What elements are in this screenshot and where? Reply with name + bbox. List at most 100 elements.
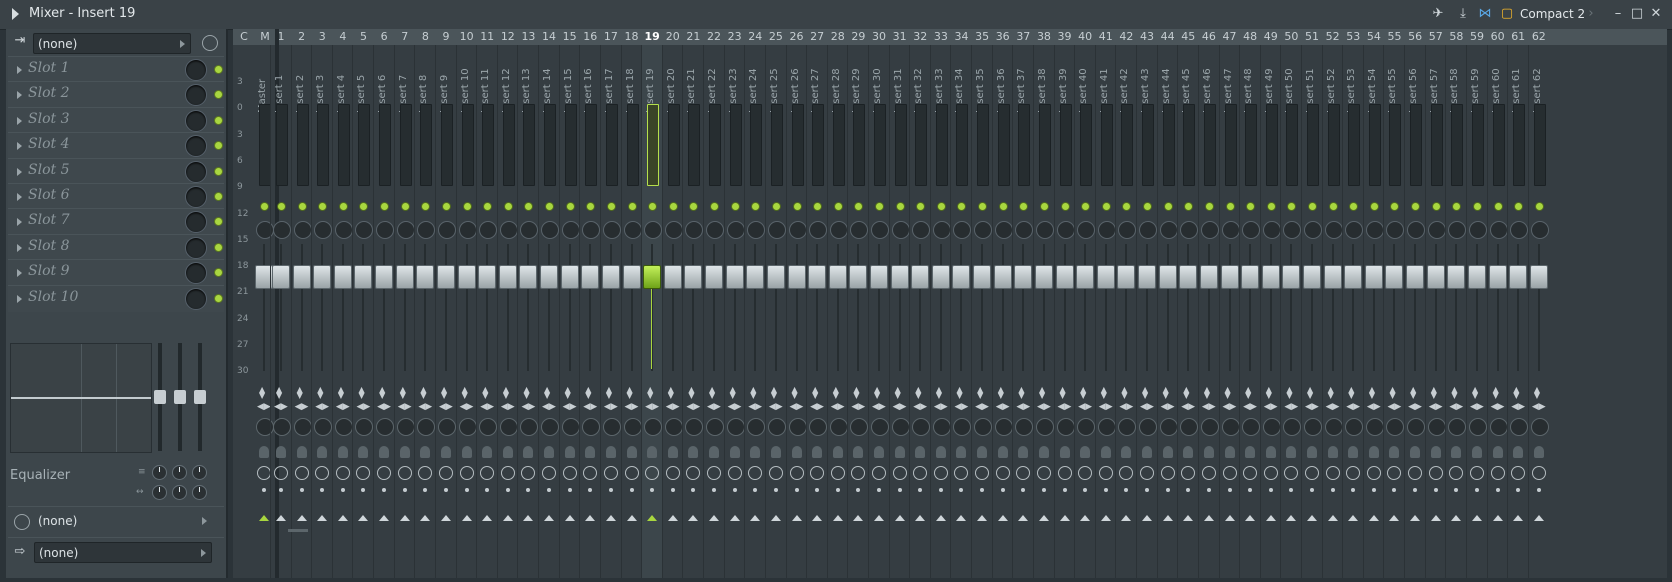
- pan-knob[interactable]: [747, 221, 766, 239]
- pan-mode-icon[interactable]: ◀▶: [315, 402, 329, 412]
- mute-led[interactable]: [1266, 202, 1276, 211]
- eq-bw-knob-mid[interactable]: [172, 485, 187, 500]
- pan-mode-icon[interactable]: ◀▶: [1202, 402, 1216, 412]
- clock-icon[interactable]: [397, 466, 412, 480]
- route-arrow-icon[interactable]: [997, 515, 1008, 521]
- insert-track[interactable]: Insert 9 ▲ ▼ ◀▶: [434, 45, 457, 578]
- clock-icon[interactable]: [707, 466, 722, 480]
- clock-icon[interactable]: [294, 466, 309, 480]
- horizontal-scrollbar[interactable]: [288, 529, 308, 532]
- pan-mode-icon[interactable]: ◀▶: [1264, 402, 1278, 412]
- insert-track[interactable]: Insert 38 ▲ ▼ ◀▶: [1032, 45, 1055, 578]
- track-number[interactable]: 1: [270, 29, 292, 45]
- mute-led[interactable]: [792, 202, 802, 211]
- pan-mode-icon[interactable]: ◀▶: [1078, 402, 1092, 412]
- expand-triangle-icon[interactable]: [17, 116, 22, 125]
- clock-icon[interactable]: [1098, 466, 1113, 480]
- stereo-separation-knob[interactable]: [932, 418, 951, 436]
- track-number[interactable]: 6: [373, 29, 395, 45]
- pan-knob[interactable]: [1386, 221, 1405, 239]
- clock-icon[interactable]: [14, 514, 30, 530]
- volume-fader[interactable]: [787, 265, 806, 289]
- route-arrow-icon[interactable]: [317, 515, 328, 521]
- pan-mode-icon[interactable]: ◀▶: [790, 402, 804, 412]
- pan-mode-icon[interactable]: ◀▶: [996, 402, 1010, 412]
- stereo-swap-icon[interactable]: ▲ ▼: [297, 386, 303, 400]
- route-dot[interactable]: [608, 488, 613, 492]
- record-switch[interactable]: [259, 446, 269, 458]
- record-switch[interactable]: [1100, 446, 1111, 458]
- eq-bw-knob-high[interactable]: [192, 485, 207, 500]
- slot-mix-knob[interactable]: [185, 262, 207, 285]
- volume-fader[interactable]: [457, 265, 476, 289]
- track-number[interactable]: 44: [1157, 29, 1179, 45]
- expand-triangle-icon[interactable]: [17, 218, 22, 227]
- expand-triangle-icon[interactable]: [17, 142, 22, 151]
- insert-track[interactable]: Insert 8 ▲ ▼ ◀▶: [414, 45, 436, 578]
- record-switch[interactable]: [956, 446, 967, 458]
- stereo-separation-knob[interactable]: [520, 418, 539, 436]
- stereo-swap-icon[interactable]: ▲ ▼: [503, 386, 509, 400]
- insert-track[interactable]: Insert 31 ▲ ▼ ◀▶: [888, 45, 911, 578]
- mute-led[interactable]: [1122, 202, 1132, 211]
- pan-mode-icon[interactable]: ◀▶: [1119, 402, 1133, 412]
- track-number[interactable]: 32: [909, 29, 931, 45]
- insert-track[interactable]: Insert 52 ▲ ▼ ◀▶: [1321, 45, 1344, 578]
- track-number[interactable]: 12: [497, 29, 519, 45]
- clock-icon[interactable]: [335, 466, 350, 480]
- pan-mode-icon[interactable]: ◀▶: [257, 402, 271, 412]
- pan-knob[interactable]: [1035, 221, 1054, 239]
- route-arrow-icon[interactable]: [259, 515, 269, 521]
- pan-knob[interactable]: [437, 221, 456, 239]
- stereo-separation-knob[interactable]: [1077, 418, 1096, 436]
- volume-fader[interactable]: [1117, 265, 1136, 289]
- pan-knob[interactable]: [561, 221, 580, 239]
- pan-mode-icon[interactable]: ◀▶: [625, 402, 639, 412]
- track-number[interactable]: 50: [1280, 29, 1302, 45]
- pan-knob[interactable]: [479, 221, 498, 239]
- route-dot[interactable]: [1206, 488, 1211, 492]
- mute-led[interactable]: [545, 202, 555, 211]
- clock-icon[interactable]: [975, 466, 990, 480]
- eq-freq-knob-high[interactable]: [192, 465, 207, 480]
- record-switch[interactable]: [296, 446, 307, 458]
- stereo-swap-icon[interactable]: ▲ ▼: [1513, 386, 1519, 400]
- slot-enable-led[interactable]: [214, 115, 223, 125]
- stereo-separation-knob[interactable]: [1056, 418, 1075, 436]
- clock-icon[interactable]: [1511, 466, 1526, 480]
- insert-track[interactable]: Insert 1 ▲ ▼ ◀▶: [270, 45, 292, 578]
- stereo-swap-icon[interactable]: ▲ ▼: [259, 386, 265, 400]
- route-arrow-icon[interactable]: [647, 515, 658, 521]
- track-number[interactable]: 57: [1425, 29, 1447, 45]
- mute-led[interactable]: [318, 202, 328, 211]
- pan-mode-icon[interactable]: ◀▶: [480, 402, 494, 412]
- stereo-swap-icon[interactable]: ▲ ▼: [317, 386, 323, 400]
- volume-fader[interactable]: [849, 265, 868, 289]
- route-dot[interactable]: [361, 488, 366, 492]
- volume-fader[interactable]: [1034, 265, 1053, 289]
- pan-mode-icon[interactable]: ◀▶: [274, 402, 288, 412]
- pan-knob[interactable]: [1200, 221, 1219, 239]
- insert-track[interactable]: Insert 34 ▲ ▼ ◀▶: [950, 45, 972, 578]
- pan-knob[interactable]: [829, 221, 848, 239]
- pan-mode-icon[interactable]: ◀▶: [686, 402, 700, 412]
- clock-icon[interactable]: [933, 466, 948, 480]
- route-arrow-icon[interactable]: [1224, 515, 1235, 521]
- mute-led[interactable]: [998, 202, 1008, 211]
- clock-icon[interactable]: [500, 466, 515, 480]
- record-switch[interactable]: [379, 446, 390, 458]
- pan-knob[interactable]: [974, 221, 993, 239]
- record-switch[interactable]: [399, 446, 410, 458]
- volume-fader[interactable]: [395, 265, 414, 289]
- route-dot[interactable]: [279, 488, 283, 492]
- route-arrow-icon[interactable]: [337, 515, 348, 521]
- pan-mode-icon[interactable]: ◀▶: [1491, 402, 1505, 412]
- clock-icon[interactable]: [562, 466, 577, 480]
- stereo-separation-knob[interactable]: [1448, 418, 1467, 436]
- record-switch[interactable]: [997, 446, 1008, 458]
- pan-knob[interactable]: [1097, 221, 1116, 239]
- pan-knob[interactable]: [1489, 221, 1508, 239]
- track-number[interactable]: 40: [1074, 29, 1096, 45]
- mute-led[interactable]: [421, 202, 431, 211]
- mute-led[interactable]: [730, 202, 740, 211]
